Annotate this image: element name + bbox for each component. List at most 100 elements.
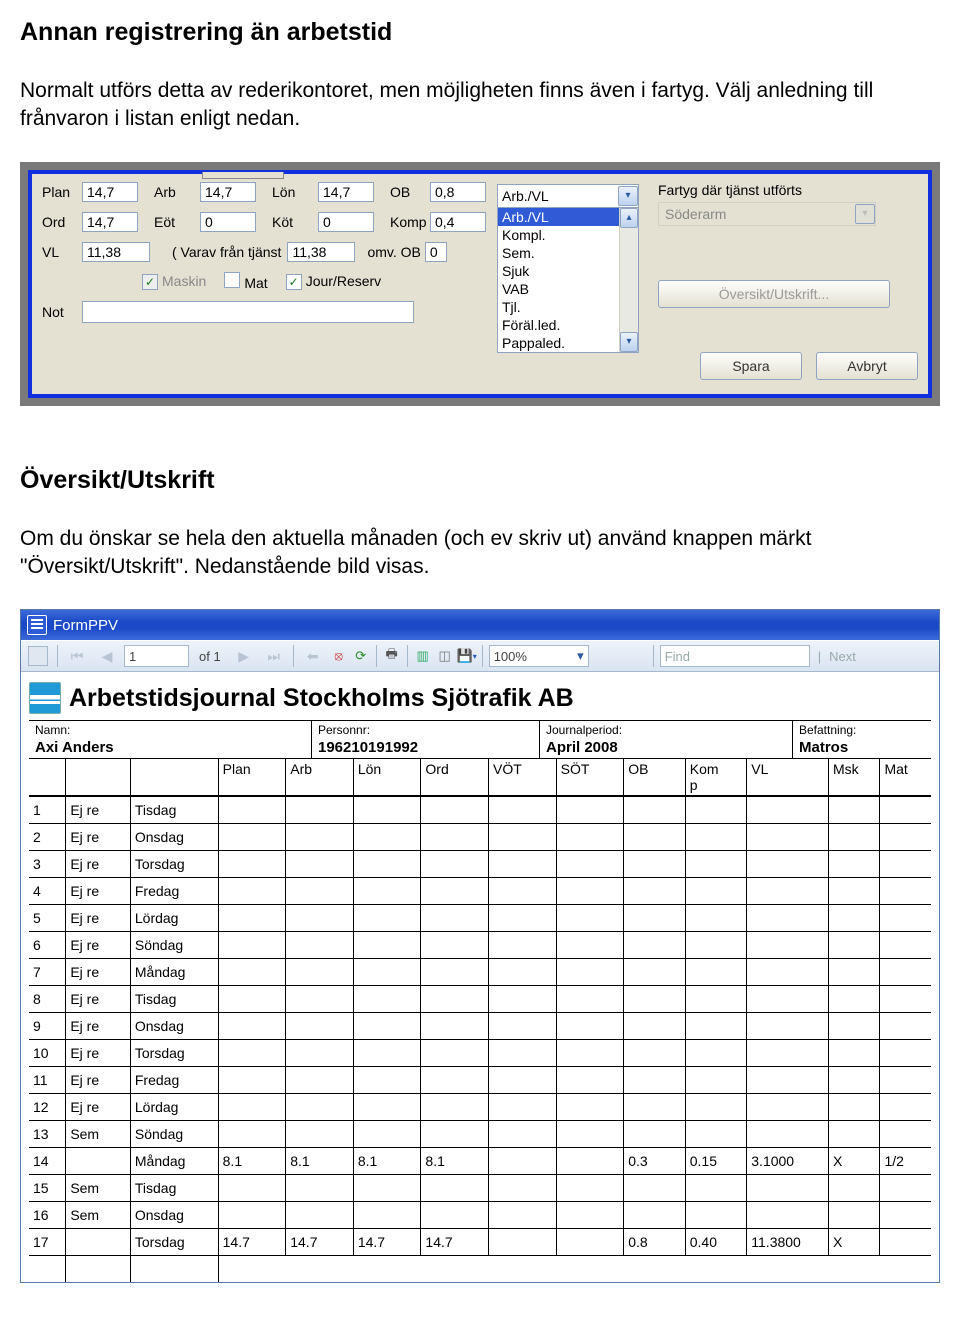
table-row: 9Ej reOnsdag [29,1013,931,1040]
save-icon[interactable]: 💾▾ [458,647,476,665]
input-plan[interactable]: 14,7 [82,182,138,202]
table-row: 13SemSöndag [29,1121,931,1148]
input-fartyg: Söderarm ▾ [658,202,876,226]
stop-icon[interactable]: ⦻ [330,647,348,665]
input-komp[interactable]: 0,4 [430,212,486,232]
table-row: 11Ej reFredag [29,1067,931,1094]
checkbox-maskin[interactable]: ✓Maskin [142,273,206,290]
doc-icon[interactable] [25,644,51,668]
absence-listbox[interactable]: Arb./VL ▾ Arb./VLKompl.Sem.SjukVABTjl.Fö… [497,184,639,353]
input-kot[interactable]: 0 [318,212,374,232]
find-separator: | [814,649,825,664]
zoom-value: 100% [494,649,527,664]
label-not: Not [42,304,82,320]
find-next-link[interactable]: Next [829,649,856,664]
heading-annan: Annan registrering än arbetstid [20,18,940,47]
input-ob[interactable]: 0,8 [430,182,486,202]
label-eot: Eöt [138,214,200,230]
report-meta: Namn:Axi Anders Personnr:196210191992 Jo… [29,720,931,759]
button-spara[interactable]: Spara [700,352,802,380]
label-maskin: Maskin [162,273,206,289]
absence-item[interactable]: Tjl. [498,298,619,316]
absence-item[interactable]: Pappaled. [498,334,619,352]
input-omv[interactable]: 0 [425,242,447,262]
input-lon[interactable]: 14,7 [318,182,374,202]
table-row: 14Måndag8.18.18.18.10.30.153.1000X1/2 [29,1148,931,1175]
scroll-down-icon[interactable]: ▾ [620,332,638,352]
table-row: 2Ej reOnsdag [29,824,931,851]
absence-item[interactable]: Sjuk [498,262,619,280]
button-avbryt[interactable]: Avbryt [816,352,918,380]
tab-stub [202,172,284,179]
input-not[interactable] [82,301,414,323]
absence-item[interactable]: Kompl. [498,226,619,244]
back-icon[interactable]: ⬅ [300,644,326,668]
chevron-down-icon[interactable]: ▾ [618,186,638,206]
scrollbar[interactable]: ▴ ▾ [619,208,638,352]
report-toolbar: ⏮ ◀ 1 of 1 ▶ ⏭ ⬅ ⦻ ⟳ 🖶 ▥ ◫ 💾▾ 100% ▾ Fin… [21,640,939,672]
refresh-icon[interactable]: ⟳ [352,647,370,665]
value-fartyg: Söderarm [665,206,726,222]
para-annan: Normalt utförs detta av rederikontoret, … [20,77,940,134]
prev-page-icon[interactable]: ◀ [94,644,120,668]
meta-pnr-k: Personnr: [318,723,533,737]
report-body: 1Ej reTisdag2Ej reOnsdag3Ej reTorsdag4Ej… [29,796,931,1282]
input-eot[interactable]: 0 [200,212,256,232]
form-frame: Plan 14,7 Arb 14,7 Lön 14,7 OB 0,8 Ord 1… [20,162,940,406]
label-kot: Köt [256,214,318,230]
input-varav[interactable]: 11,38 [287,242,355,262]
print-icon[interactable]: 🖶 [383,647,401,665]
table-row: 12Ej reLördag [29,1094,931,1121]
layout-icon[interactable]: ▥ [414,647,432,665]
last-page-icon[interactable]: ⏭ [261,644,287,668]
app-icon [27,615,47,635]
page-of-label: of 1 [193,649,227,664]
report-header-row: Plan Arb Lön Ord VÖT SÖT OB Kom p VL Msk… [29,759,931,796]
table-row: 16SemOnsdag [29,1202,931,1229]
absence-item[interactable]: Sem. [498,244,619,262]
label-varav: ( Varav från tjänst [150,244,287,260]
input-arb[interactable]: 14,7 [200,182,256,202]
zoom-input[interactable]: 100% ▾ [489,645,589,667]
chevron-down-icon: ▾ [855,204,875,224]
label-lon: Lön [256,184,318,200]
label-vl: VL [42,244,82,260]
checkbox-mat[interactable]: Mat [224,272,267,291]
window-title: FormPPV [53,617,118,634]
meta-bef-v: Matros [799,737,925,756]
table-row: 1Ej reTisdag [29,796,931,824]
company-logo-icon [29,682,61,714]
input-vl[interactable]: 11,38 [82,242,150,262]
absence-selected: Arb./VL [502,188,549,204]
table-row: 3Ej reTorsdag [29,851,931,878]
absence-item[interactable]: VAB [498,280,619,298]
meta-namn-k: Namn: [35,723,305,737]
absence-item[interactable]: Föräl.led. [498,316,619,334]
report-viewer: FormPPV ⏮ ◀ 1 of 1 ▶ ⏭ ⬅ ⦻ ⟳ 🖶 ▥ ◫ 💾▾ 10… [20,609,940,1283]
absence-items: Arb./VLKompl.Sem.SjukVABTjl.Föräl.led.Pa… [498,208,619,352]
first-page-icon[interactable]: ⏮ [64,644,90,668]
absence-item[interactable]: Arb./VL [498,208,619,226]
scroll-up-icon[interactable]: ▴ [620,208,638,228]
meta-per-k: Journalperiod: [546,723,786,737]
meta-pnr-v: 196210191992 [318,737,533,756]
meta-per-v: April 2008 [546,737,786,756]
checkbox-jour[interactable]: ✓Jour/Reserv [286,273,381,290]
button-oversikt: Översikt/Utskrift... [658,280,890,308]
label-omv: omv. OB [355,244,424,260]
label-plan: Plan [42,184,82,200]
meta-namn-v: Axi Anders [35,737,305,756]
input-ord[interactable]: 14,7 [82,212,138,232]
label-arb: Arb [138,184,200,200]
table-row: 4Ej reFredag [29,878,931,905]
table-row: 10Ej reTorsdag [29,1040,931,1067]
table-row: 7Ej reMåndag [29,959,931,986]
page-number-input[interactable]: 1 [124,645,189,667]
heading-oversikt: Översikt/Utskrift [20,466,940,495]
find-input[interactable]: Find [660,645,810,667]
table-row: 8Ej reTisdag [29,986,931,1013]
table-row-cut [29,1256,931,1283]
table-row: 15SemTisdag [29,1175,931,1202]
page-setup-icon[interactable]: ◫ [436,647,454,665]
next-page-icon[interactable]: ▶ [231,644,257,668]
